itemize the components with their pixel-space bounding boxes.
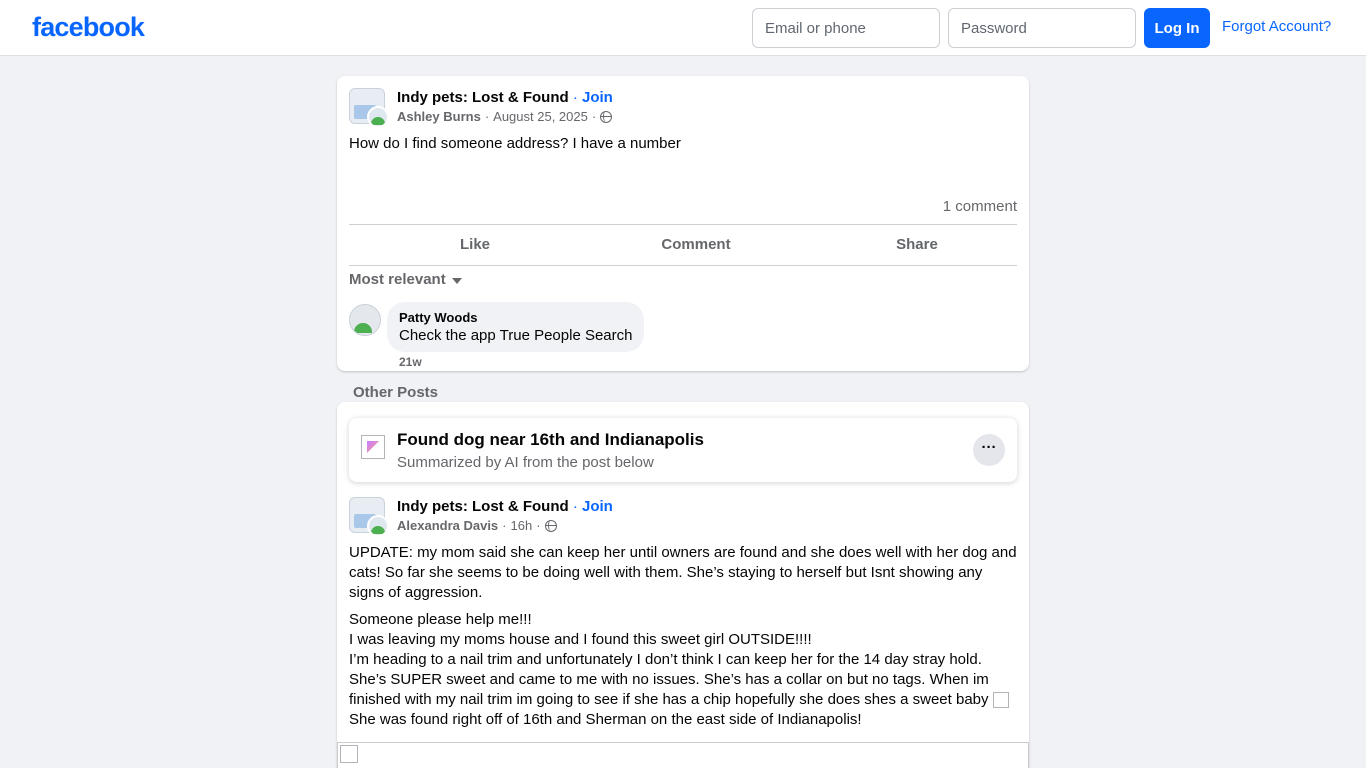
post-text: How do I find someone address? I have a … xyxy=(349,135,681,152)
globe-icon xyxy=(544,519,557,532)
group-name-link[interactable]: Indy pets: Lost & Found xyxy=(397,89,569,106)
ai-summary-box: Found dog near 16th and Indianapolis Sum… xyxy=(349,418,1017,482)
group-avatar[interactable] xyxy=(349,88,389,128)
author-avatar xyxy=(367,515,389,537)
post-line: She was found right off of 16th and Sher… xyxy=(349,711,862,728)
share-button[interactable]: Share xyxy=(806,236,1028,253)
post-card: Indy pets: Lost & Found · Join Ashley Bu… xyxy=(337,76,1029,371)
post-card: Found dog near 16th and Indianapolis Sum… xyxy=(337,402,1029,768)
join-link[interactable]: Join xyxy=(582,498,613,515)
ai-summary-icon xyxy=(361,435,385,459)
commenter-name[interactable]: Patty Woods xyxy=(399,310,632,326)
post-line: Someone please help me!!! xyxy=(349,611,532,628)
divider xyxy=(349,224,1017,225)
join-link[interactable]: Join xyxy=(582,89,613,106)
post-meta: Alexandra Davis · 16h · xyxy=(397,518,557,533)
post-line: I was leaving my moms house and I found … xyxy=(349,631,812,648)
separator: · xyxy=(484,109,490,124)
emoji-image-icon xyxy=(992,692,1009,709)
separator: · xyxy=(591,109,597,124)
facebook-logo[interactable]: facebook xyxy=(32,12,145,43)
group-avatar[interactable] xyxy=(349,497,389,537)
separator: · xyxy=(536,518,541,533)
sort-label: Most relevant xyxy=(349,271,446,288)
caret-down-icon xyxy=(451,278,462,284)
more-options-button[interactable]: ··· xyxy=(973,434,1005,466)
password-field[interactable] xyxy=(948,8,1136,48)
comment-time[interactable]: 21w xyxy=(399,355,422,369)
post-date[interactable]: August 25, 2025 xyxy=(493,109,588,124)
comment-text: Check the app True People Search xyxy=(399,327,633,344)
post-line: I’m heading to a nail trim and unfortuna… xyxy=(349,651,989,708)
author-avatar xyxy=(367,106,389,128)
divider xyxy=(349,265,1017,266)
post-line-with-emoji: I’m heading to a nail trim and unfortuna… xyxy=(349,650,1019,710)
comment-count[interactable]: 1 comment xyxy=(943,198,1017,215)
separator: · xyxy=(502,518,507,533)
commenter-avatar[interactable] xyxy=(349,304,381,336)
separator: · xyxy=(572,89,578,106)
comment-button[interactable]: Comment xyxy=(585,236,807,253)
ai-summary-subtitle: Summarized by AI from the post below xyxy=(397,454,654,471)
post-body: Someone please help me!!! I was leaving … xyxy=(349,610,1019,730)
top-bar: facebook Log In Forgot Account? xyxy=(0,0,1366,56)
post-photo[interactable] xyxy=(337,742,1029,768)
group-name-link[interactable]: Indy pets: Lost & Found xyxy=(397,498,569,515)
login-button[interactable]: Log In xyxy=(1144,8,1210,48)
like-button[interactable]: Like xyxy=(364,236,586,253)
comment-bubble: Patty Woods Check the app True People Se… xyxy=(387,302,645,352)
post-time[interactable]: 16h xyxy=(511,518,533,533)
email-field[interactable] xyxy=(752,8,940,48)
separator: · xyxy=(572,498,578,515)
author-name[interactable]: Alexandra Davis xyxy=(397,518,498,533)
globe-icon xyxy=(600,110,613,123)
ai-summary-title: Found dog near 16th and Indianapolis xyxy=(397,430,704,449)
post-meta: Ashley Burns · August 25, 2025 · xyxy=(397,109,613,124)
post-header-title: Indy pets: Lost & Found · Join xyxy=(397,89,613,106)
author-name[interactable]: Ashley Burns xyxy=(397,109,481,124)
forgot-account-link[interactable]: Forgot Account? xyxy=(1222,18,1331,35)
comment-sort-dropdown[interactable]: Most relevant xyxy=(349,271,462,288)
post-header-title: Indy pets: Lost & Found · Join xyxy=(397,498,613,515)
other-posts-heading: Other Posts xyxy=(353,384,439,401)
post-paragraph: UPDATE: my mom said she can keep her unt… xyxy=(349,544,1017,601)
